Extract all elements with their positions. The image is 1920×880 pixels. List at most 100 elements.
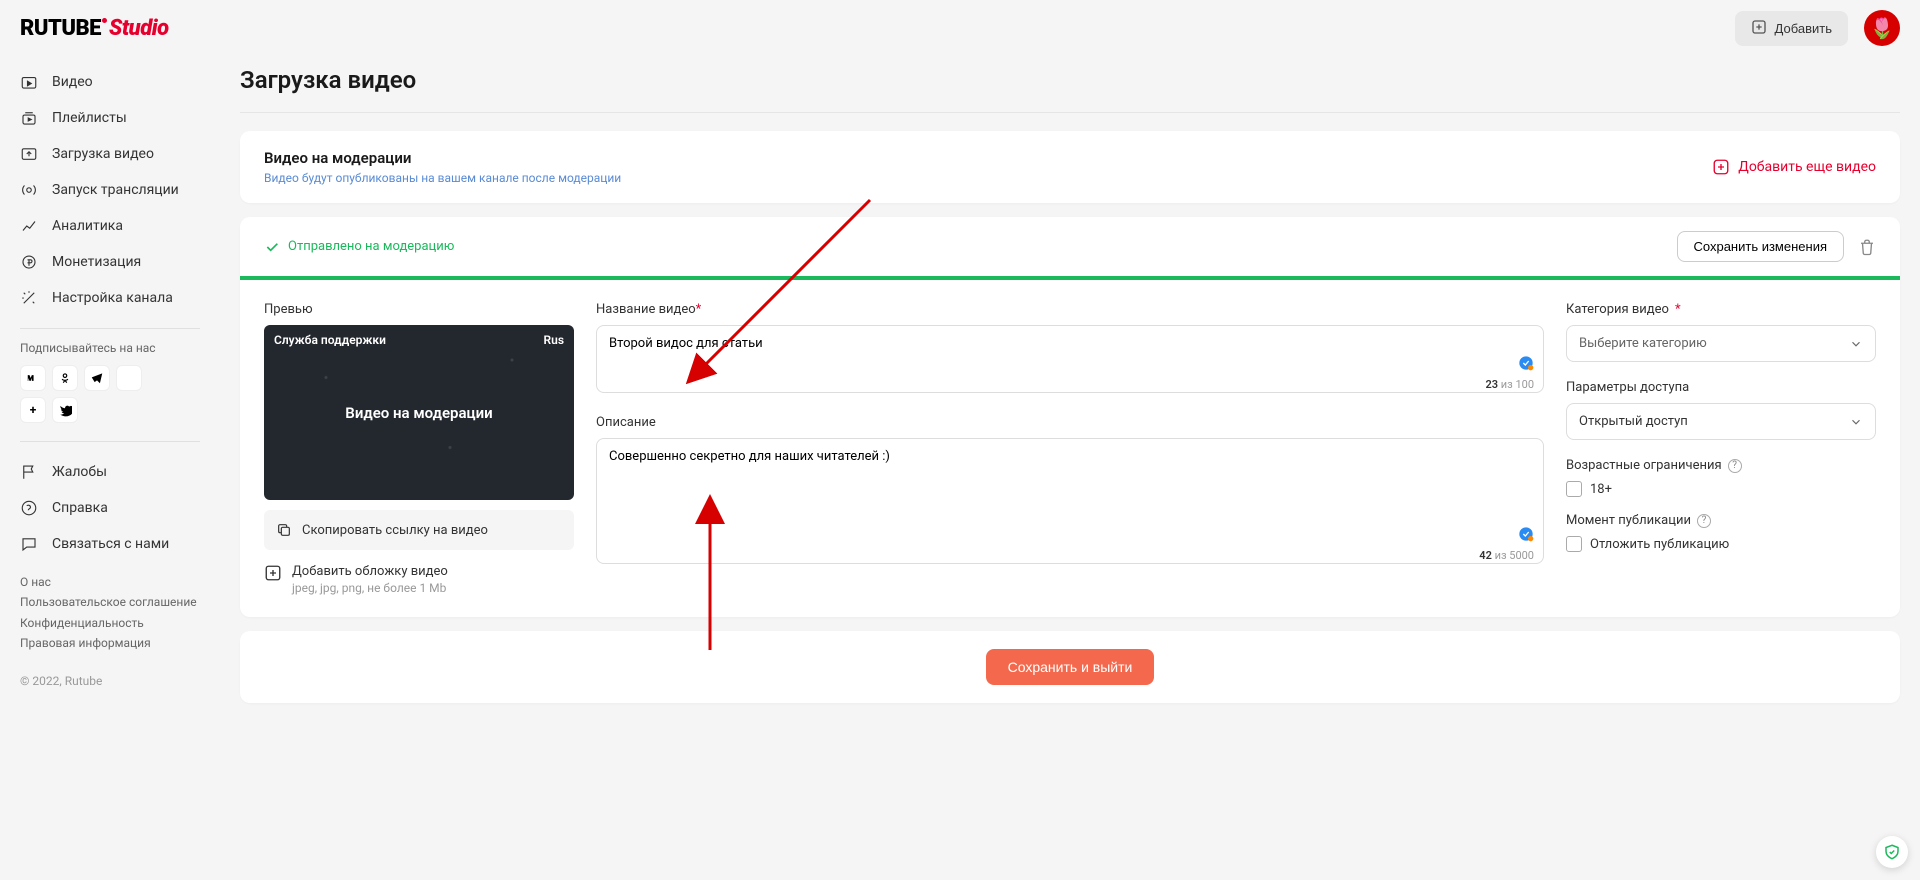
age-label: Возрастные ограничения ?	[1566, 458, 1876, 473]
sidebar-item-analytics[interactable]: Аналитика	[0, 208, 220, 244]
sidebar-item-help[interactable]: Справка	[0, 490, 220, 526]
thumb-status-label: Видео на модерации	[345, 404, 492, 422]
nav-label: Запуск трансляции	[52, 182, 179, 198]
sidebar-item-complaints[interactable]: Жалобы	[0, 454, 220, 490]
notice-title: Видео на модерации	[264, 149, 621, 167]
add-button[interactable]: Добавить	[1735, 11, 1848, 46]
info-icon[interactable]: ?	[1697, 514, 1711, 528]
social-vk[interactable]	[20, 365, 46, 391]
title-input[interactable]	[596, 325, 1544, 393]
logo-dot-icon	[102, 18, 107, 23]
preview-label: Превью	[264, 302, 574, 317]
sidebar-item-playlists[interactable]: Плейлисты	[0, 100, 220, 136]
coin-icon	[20, 253, 38, 271]
category-placeholder: Выберите категорию	[1579, 336, 1707, 351]
telegram-icon	[90, 371, 104, 385]
nav-label: Видео	[52, 74, 93, 90]
social-twitter[interactable]	[52, 397, 78, 423]
footer-links: О нас Пользовательское соглашение Конфид…	[0, 562, 220, 664]
chevron-down-icon	[1849, 415, 1863, 429]
copy-link-label: Скопировать ссылку на видео	[302, 523, 488, 538]
social-blank[interactable]	[116, 365, 142, 391]
follow-label: Подписывайтесь на нас	[0, 341, 220, 365]
avatar-flower-icon: 🌷	[1870, 16, 1895, 40]
header: RUTUBEStudio Добавить 🌷	[0, 0, 1920, 56]
copy-icon	[276, 522, 292, 538]
copyright: © 2022, Rutube	[0, 664, 220, 698]
social-plus[interactable]: +	[20, 397, 46, 423]
plus-circle-icon	[1712, 158, 1730, 176]
question-icon	[20, 499, 38, 517]
publish-checkbox[interactable]	[1566, 536, 1582, 552]
ok-icon	[58, 371, 72, 385]
add-button-label: Добавить	[1775, 21, 1832, 36]
footer-about[interactable]: О нас	[20, 572, 200, 592]
chat-icon	[20, 535, 38, 553]
plus-square-icon	[1751, 19, 1767, 38]
sidebar: Видео Плейлисты Загрузка видео Запуск тр…	[0, 56, 220, 880]
video-thumbnail[interactable]: Служба поддержки Rus Видео на модерации	[264, 325, 574, 500]
social-row	[0, 365, 220, 397]
age-checkbox-row[interactable]: 18+	[1566, 481, 1876, 497]
broadcast-icon	[20, 181, 38, 199]
wand-icon	[20, 289, 38, 307]
access-value: Открытый доступ	[1579, 414, 1688, 429]
social-ok[interactable]	[52, 365, 78, 391]
page-title: Загрузка видео	[240, 56, 1900, 113]
nav-label: Настройка канала	[52, 290, 173, 306]
upload-icon	[20, 145, 38, 163]
thumb-lang-label: Rus	[544, 333, 565, 347]
add-more-video-button[interactable]: Добавить еще видео	[1712, 158, 1876, 176]
divider	[20, 328, 200, 329]
sidebar-item-contact[interactable]: Связаться с нами	[0, 526, 220, 562]
check-icon	[264, 239, 280, 255]
plus-square-icon	[264, 564, 282, 582]
footer-legal[interactable]: Правовая информация	[20, 633, 200, 653]
access-label: Параметры доступа	[1566, 380, 1876, 395]
social-telegram[interactable]	[84, 365, 110, 391]
desc-label: Описание	[596, 415, 1544, 430]
publish-checkbox-label: Отложить публикацию	[1590, 537, 1729, 552]
age-checkbox-label: 18+	[1590, 482, 1612, 497]
trash-icon[interactable]	[1858, 238, 1876, 256]
desc-input[interactable]	[596, 438, 1544, 564]
logo[interactable]: RUTUBEStudio	[20, 16, 169, 41]
add-cover-button[interactable]: Добавить обложку видео jpeg, jpg, png, н…	[264, 564, 574, 595]
category-select[interactable]: Выберите категорию	[1566, 325, 1876, 362]
save-exit-button[interactable]: Сохранить и выйти	[986, 649, 1155, 685]
sidebar-item-stream[interactable]: Запуск трансляции	[0, 172, 220, 208]
category-label: Категория видео*	[1566, 302, 1876, 317]
info-icon[interactable]: ?	[1728, 459, 1742, 473]
nav-label: Монетизация	[52, 254, 141, 270]
flag-icon	[20, 463, 38, 481]
shield-badge[interactable]	[1876, 836, 1908, 868]
copy-link-button[interactable]: Скопировать ссылку на видео	[264, 510, 574, 550]
add-cover-label: Добавить обложку видео	[292, 564, 448, 579]
notice-subtitle: Видео будут опубликованы на вашем канале…	[264, 171, 621, 185]
footer-privacy[interactable]: Конфиденциальность	[20, 613, 200, 633]
moderation-notice-card: Видео на модерации Видео будут опубликов…	[240, 131, 1900, 203]
divider	[20, 441, 200, 442]
main: Загрузка видео Видео на модерации Видео …	[220, 56, 1920, 880]
sidebar-item-video[interactable]: Видео	[0, 64, 220, 100]
nav-label: Справка	[52, 500, 108, 516]
sidebar-item-upload[interactable]: Загрузка видео	[0, 136, 220, 172]
publish-checkbox-row[interactable]: Отложить публикацию	[1566, 536, 1876, 552]
logo-text-rutube: RUTUBE	[20, 16, 101, 41]
chart-icon	[20, 217, 38, 235]
save-changes-button[interactable]: Сохранить изменения	[1677, 231, 1845, 262]
sidebar-item-settings[interactable]: Настройка канала	[0, 280, 220, 316]
title-label: Название видео*	[596, 302, 1544, 317]
nav-label: Загрузка видео	[52, 146, 154, 162]
play-list-icon	[20, 73, 38, 91]
publish-label: Момент публикации ?	[1566, 513, 1876, 528]
social-row-2: +	[0, 397, 220, 429]
access-select[interactable]: Открытый доступ	[1566, 403, 1876, 440]
nav-label: Жалобы	[52, 464, 107, 480]
avatar[interactable]: 🌷	[1864, 10, 1900, 46]
twitter-icon	[58, 403, 72, 417]
age-checkbox[interactable]	[1566, 481, 1582, 497]
footer-terms[interactable]: Пользовательское соглашение	[20, 592, 200, 612]
playlist-icon	[20, 109, 38, 127]
sidebar-item-monetization[interactable]: Монетизация	[0, 244, 220, 280]
